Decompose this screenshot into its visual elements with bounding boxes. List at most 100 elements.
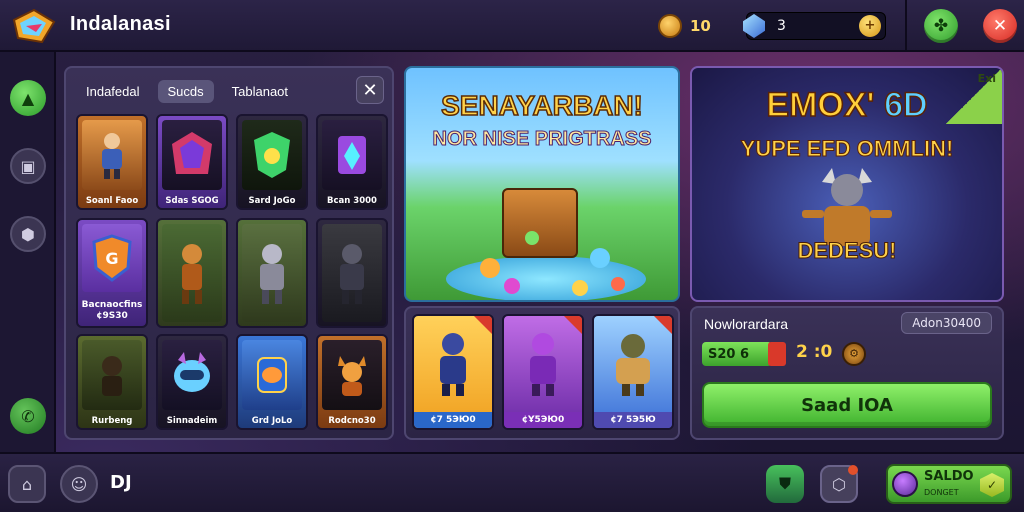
mage-hero-icon [530,333,556,397]
bottom-bar: ⌂ ☺ DJ ⛊ ⬡ SALDO DONGET ✓ [0,452,1024,512]
item-card[interactable]: Bcan 3000 [316,114,388,210]
left-rail: ▲ ▣ ⬢ ✆ [0,52,56,452]
hero-corner-tag [564,316,582,334]
goblin-icon [182,244,202,304]
promo-title-a: EMOX' [766,85,876,125]
crest-shield-icon: G [92,234,132,282]
gold-counter[interactable]: 10 [658,12,718,40]
bag-button[interactable]: ▣ [10,148,46,184]
orb-shield-icon [257,357,287,393]
item-label: Sard JoGo [248,196,296,206]
item-label: Bcan 3000 [327,196,377,206]
item-art [82,120,142,190]
item-card[interactable]: Grd JoLo [236,334,308,430]
dark-knight-icon [340,244,364,304]
robot-helmet-icon [174,352,210,392]
gear-icon[interactable]: ⚙ [842,342,866,366]
notification-dot [848,465,858,475]
chat-button[interactable]: ☺ [60,465,98,503]
gem-icon [743,14,765,38]
promo-banner[interactable]: Exi EMOX' 6D YUPE EFD OMMLIN! DEDESU! [690,66,1004,302]
item-label: Soanl Faoo [85,196,139,206]
item-label: Rurbeng [91,416,133,426]
purchase-panel: Nowlorardara Adon30400 S20 6 2 :0 ⚙ Saad… [690,306,1004,440]
promo-title-b: 6D [883,85,928,125]
banner-subtitle: NOR NISE PRIGTRASS [432,128,652,151]
footer-count: DJ [110,472,132,493]
ninja-hero-icon [440,333,466,397]
purchase-button[interactable]: Saad IOA [702,382,992,428]
item-art [242,224,302,322]
saldo-orb-icon [892,471,918,497]
item-label: Sdas SGOG [165,196,219,206]
gem-value: 3 [777,18,786,34]
purchase-code[interactable]: Adon30400 [901,312,992,334]
hero-price: ¢Ұ5ЭЮ0 [504,412,582,428]
hero-card[interactable]: ¢7 5ЭЮ0 [412,314,494,430]
item-card[interactable]: Rodcno30 [316,334,388,430]
shield-button[interactable]: ⛊ [766,465,804,503]
item-card[interactable]: Soanl Faoo [76,114,148,210]
settings-button[interactable]: ✤ [924,9,958,43]
item-card[interactable] [236,218,308,328]
item-art [162,340,222,410]
gear-button[interactable]: ⬢ [10,216,46,252]
item-art [322,340,382,410]
tab-2[interactable]: Tablanaot [222,80,298,103]
item-label: Rodcno30 [328,416,376,426]
promo-cta-text: DEDESU! [797,238,897,264]
gold-coin-icon [658,14,682,38]
inventory-grid: Soanl Faoo Sdas SGOG Sard JoGo Bcan 3000… [74,112,388,434]
armored-knight-icon [260,244,284,304]
event-banner[interactable]: SENAYARBAN! NOR NISE PRIGTRASS [404,66,680,302]
item-card[interactable] [156,218,228,328]
add-gems-icon[interactable]: + [859,15,881,37]
item-art: G [82,224,142,292]
fox-warrior-icon [338,356,366,396]
promo-badge-text: Exi [977,72,996,85]
hex-button[interactable]: ⬡ [820,465,858,503]
warrior-icon [102,133,122,179]
hero-corner-tag [474,316,492,334]
candy-orbs-icon [480,231,625,296]
svg-text:G: G [105,249,118,268]
inventory-close-button[interactable]: ✕ [356,76,384,104]
hero-card[interactable]: ¢Ұ5ЭЮ0 [502,314,584,430]
hero-card[interactable]: ¢7 5Э5Ю [592,314,674,430]
purchase-label: Nowlorardara [704,316,789,332]
level-up-button[interactable]: ▲ [10,80,46,116]
hero-price: ¢7 5ЭЮ0 [414,412,492,428]
purchase-amount: 2 :0 [796,342,833,362]
item-card[interactable]: Rurbeng [76,334,148,430]
app-logo-icon[interactable] [12,8,56,44]
phone-button[interactable]: ✆ [10,398,46,434]
shadow-rogue-icon [102,356,122,396]
gem-counter[interactable]: 3 + [743,12,886,40]
item-art [242,340,302,410]
item-art [322,224,382,322]
item-card[interactable]: Sard JoGo [236,114,308,210]
item-art [162,120,222,190]
item-art [82,340,142,410]
saldo-subtitle: DONGET [924,488,959,497]
top-bar: Indalanasi 10 3 + ✤ ✕ [0,0,1024,52]
item-card[interactable]: Sdas SGOG [156,114,228,210]
saldo-button[interactable]: SALDO DONGET ✓ [886,464,1012,504]
item-card[interactable] [316,218,388,328]
close-button[interactable]: ✕ [983,9,1017,43]
item-card[interactable]: Sinnadeim [156,334,228,430]
tab-0[interactable]: Indafedal [76,80,150,103]
item-card[interactable]: G Bacnaocfins ¢9S30 [76,218,148,328]
promo-subtitle: YUPE EFD OMMLIN! [740,136,954,162]
app-title: Indalanasi [70,13,171,35]
item-art [242,120,302,190]
banner-title: SENAYARBAN! [440,89,643,122]
check-hex-icon: ✓ [980,473,1004,497]
price-tag-icon [768,342,786,366]
hero-corner-tag [654,316,672,334]
tab-1[interactable]: Sucds [157,79,214,103]
crystal-book-icon [172,132,212,174]
golem-hero-icon [616,334,650,397]
home-button[interactable]: ⌂ [8,465,46,503]
emerald-shield-icon [254,132,290,178]
